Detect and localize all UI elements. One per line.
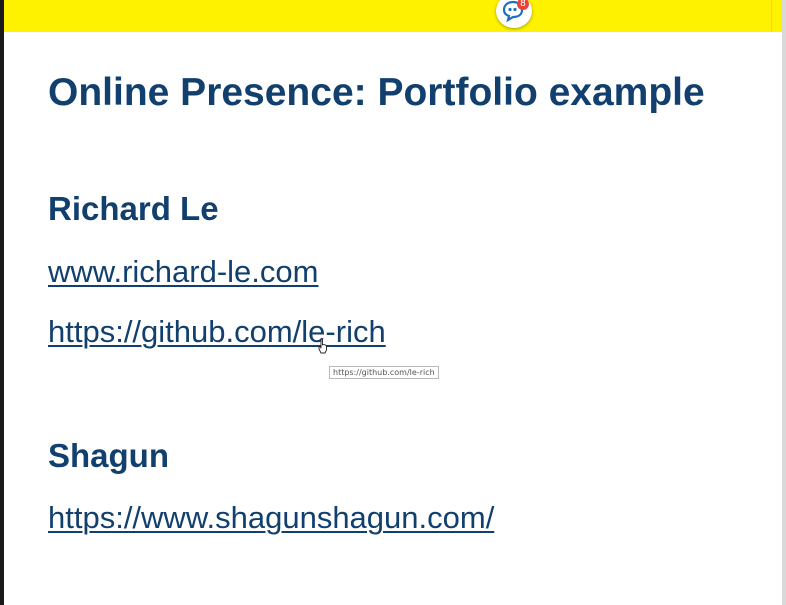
link-richard-website[interactable]: www.richard-le.com: [48, 254, 318, 290]
link-tooltip: https://github.com/le-rich: [329, 366, 439, 379]
link-richard-github[interactable]: https://github.com/le-rich: [48, 314, 386, 350]
top-toolbar: [4, 0, 782, 32]
person-name-richard: Richard Le: [48, 190, 219, 227]
window-left-border: [0, 0, 4, 605]
notification-count-badge: 8: [517, 0, 529, 10]
toolbar-divider: [771, 0, 772, 32]
hand-pointer-icon: [318, 338, 328, 359]
link-shagun-website[interactable]: https://www.shagunshagun.com/: [48, 500, 494, 536]
slide-title: Online Presence: Portfolio example: [48, 71, 705, 114]
person-name-shagun: Shagun: [48, 437, 169, 474]
window-right-border: [782, 0, 786, 605]
